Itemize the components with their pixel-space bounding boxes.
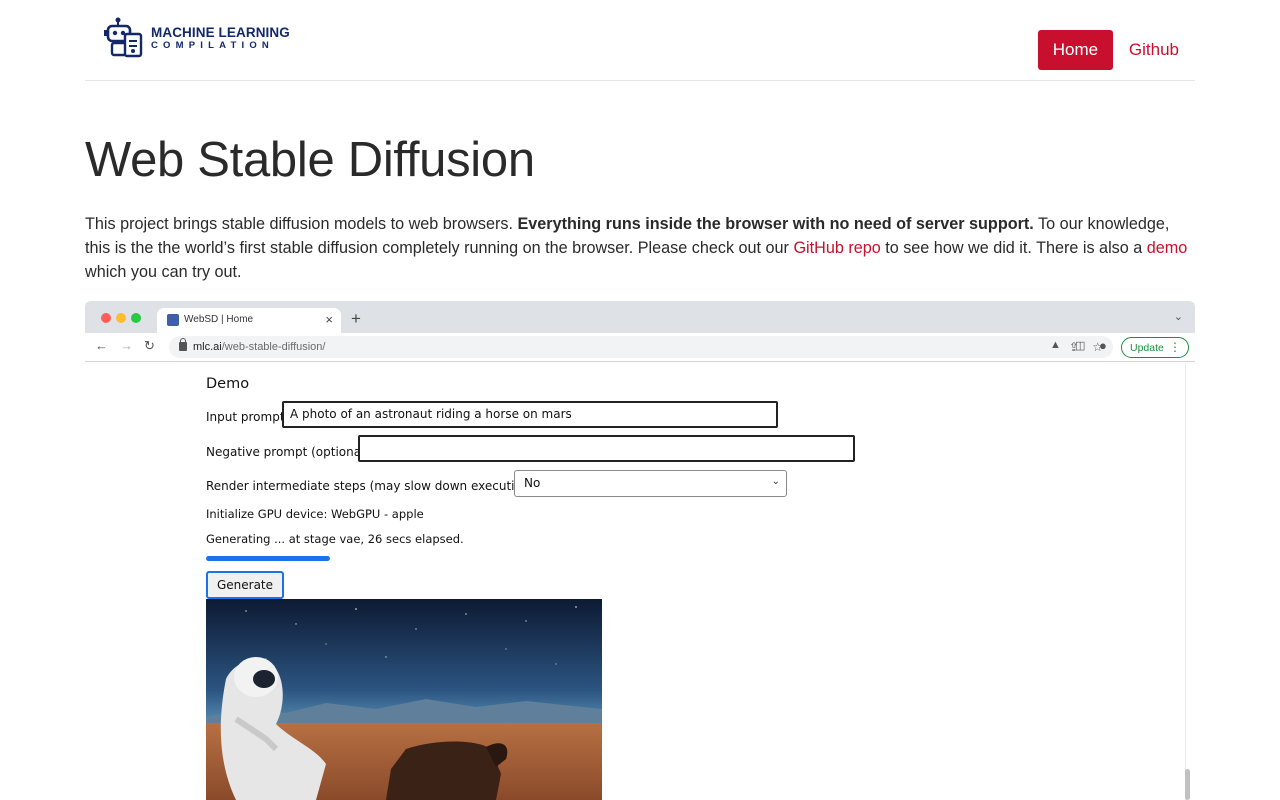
address-bar-icons: ⇪ ☆ bbox=[1069, 340, 1103, 354]
back-arrow-icon: ← bbox=[95, 338, 108, 353]
main-nav: Home Github bbox=[1037, 30, 1195, 70]
nav-home-button[interactable]: Home bbox=[1037, 30, 1113, 70]
sidepanel-icon: ◫ bbox=[1075, 340, 1086, 352]
window-zoom-dot bbox=[131, 313, 141, 323]
page-title: Web Stable Diffusion bbox=[85, 133, 535, 187]
url-text: mlc.ai/web-stable-diffusion/ bbox=[193, 341, 325, 353]
tab-close-icon: × bbox=[325, 312, 333, 327]
address-bar: mlc.ai/web-stable-diffusion/ ⇪ ☆ bbox=[169, 336, 1113, 358]
update-button: Update ⋮ bbox=[1121, 337, 1189, 358]
generate-button: Generate bbox=[206, 571, 284, 599]
chevron-down-icon: ⌄ bbox=[771, 476, 780, 487]
lock-icon bbox=[179, 338, 187, 351]
gpu-status-text: Initialize GPU device: WebGPU - apple bbox=[206, 507, 424, 521]
robot-logo-icon bbox=[104, 17, 143, 58]
reload-icon: ↻ bbox=[144, 338, 155, 353]
demo-heading: Demo bbox=[206, 376, 250, 392]
render-steps-value: No bbox=[524, 476, 541, 490]
negative-prompt-label: Negative prompt (optional): bbox=[206, 445, 374, 459]
generated-image bbox=[206, 599, 602, 800]
logo-text-line2: COMPILATION bbox=[151, 39, 274, 51]
window-minimize-dot bbox=[116, 313, 126, 323]
intro-text-4: which you can try out. bbox=[85, 263, 242, 281]
intro-bold-text: Everything runs inside the browser with … bbox=[517, 215, 1034, 233]
negative-prompt-field bbox=[358, 435, 855, 462]
input-prompt-label: Input prompt: bbox=[206, 410, 289, 424]
demo-link[interactable]: demo bbox=[1147, 239, 1188, 257]
github-repo-link[interactable]: GitHub repo bbox=[793, 239, 880, 257]
render-steps-label: Render intermediate steps (may slow down… bbox=[206, 479, 543, 493]
profile-icon: ● bbox=[1099, 338, 1107, 353]
favicon-icon bbox=[167, 314, 179, 326]
input-prompt-field: A photo of an astronaut riding a horse o… bbox=[282, 401, 778, 428]
logo-text-line1: MACHINE LEARNING bbox=[151, 25, 290, 40]
url-host: mlc.ai bbox=[193, 341, 222, 353]
nav-github-link[interactable]: Github bbox=[1129, 40, 1179, 60]
update-label: Update bbox=[1130, 341, 1164, 354]
progress-status-text: Generating ... at stage vae, 26 secs ela… bbox=[206, 532, 464, 546]
browser-tab: WebSD | Home × bbox=[157, 308, 341, 333]
progress-bar bbox=[206, 556, 330, 561]
site-logo[interactable]: MACHINE LEARNING COMPILATION bbox=[103, 16, 290, 60]
viewport-scroll-thumb bbox=[1185, 769, 1190, 800]
window-close-dot bbox=[101, 313, 111, 323]
tab-title: WebSD | Home bbox=[184, 314, 254, 325]
labs-icon: ▲ bbox=[1050, 339, 1061, 351]
viewport-scroll-track bbox=[1185, 363, 1191, 800]
intro-text-3: to see how we did it. There is also a bbox=[880, 239, 1147, 257]
new-tab-icon: + bbox=[351, 309, 361, 328]
kebab-menu-icon: ⋮ bbox=[1169, 340, 1181, 354]
chevron-down-icon: ⌄ bbox=[1173, 311, 1183, 323]
browser-viewport: Demo Input prompt: A photo of an astrona… bbox=[85, 363, 1195, 800]
forward-arrow-icon: → bbox=[120, 338, 133, 353]
site-header: MACHINE LEARNING COMPILATION Home Github bbox=[85, 0, 1195, 81]
url-path: /web-stable-diffusion/ bbox=[221, 341, 326, 353]
intro-text-1: This project brings stable diffusion mod… bbox=[85, 215, 518, 233]
demo-screenshot: WebSD | Home × + ⌄ ← → ↻ mlc.ai/web-stab… bbox=[85, 301, 1195, 800]
intro-paragraph: This project brings stable diffusion mod… bbox=[85, 212, 1197, 284]
browser-toolbar: ← → ↻ mlc.ai/web-stable-diffusion/ ⇪ ☆ ▲… bbox=[85, 333, 1195, 362]
browser-tabstrip: WebSD | Home × + ⌄ bbox=[85, 301, 1195, 333]
render-steps-select: No ⌄ bbox=[514, 470, 787, 497]
